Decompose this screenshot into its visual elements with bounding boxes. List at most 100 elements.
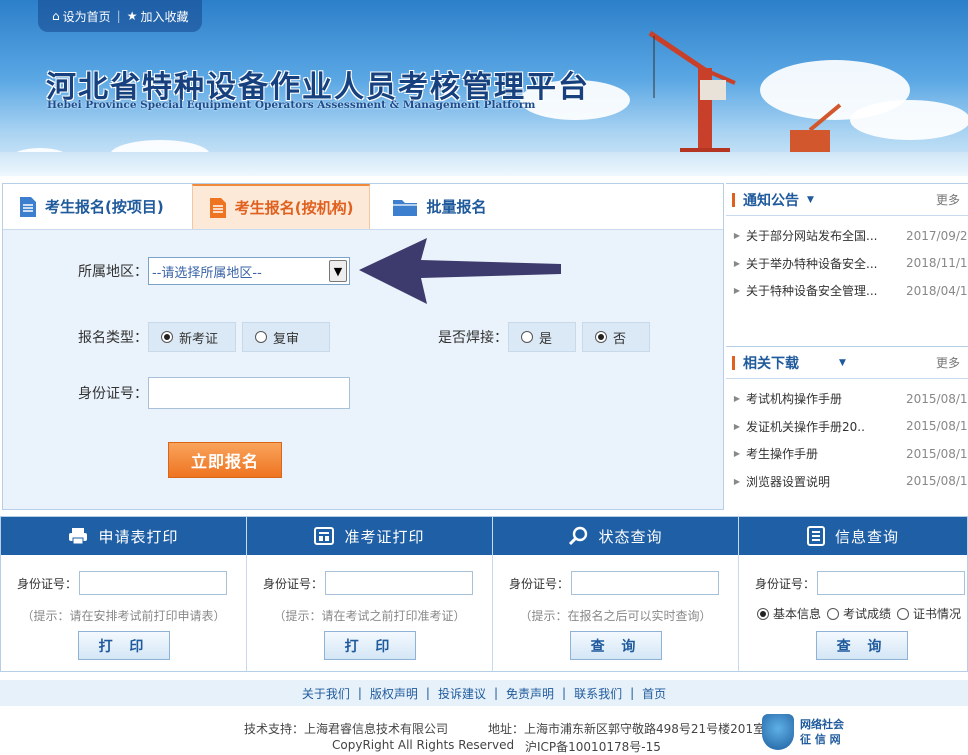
radio-label: 新考证 bbox=[179, 331, 219, 347]
star-icon: ★ bbox=[126, 9, 138, 23]
crane-icon bbox=[648, 30, 736, 160]
set-homepage-label: 设为首页 bbox=[62, 9, 111, 24]
download-title[interactable]: 发证机关操作手册20.. bbox=[746, 418, 906, 435]
caret-right-icon: ▶ bbox=[733, 421, 740, 431]
radio-basic-info[interactable] bbox=[757, 607, 769, 620]
footer-link-complaint[interactable]: 投诉建议 bbox=[438, 685, 486, 702]
id-number-input[interactable] bbox=[148, 377, 350, 409]
id-number-row: 身份证号： bbox=[78, 377, 350, 409]
list-item[interactable]: ▶ 关于特种设备安全管理... 2018/04/1 bbox=[726, 277, 968, 305]
divider: | bbox=[357, 686, 362, 700]
printer-icon bbox=[69, 528, 88, 545]
id-input[interactable] bbox=[325, 571, 474, 595]
service-body: 身份证号： （提示：请在考试之前打印准考证） 打 印 bbox=[247, 555, 492, 671]
chevron-down-icon: ▼ bbox=[807, 194, 814, 205]
downloads-header: 相关下载 ▼ 更多 bbox=[726, 347, 968, 379]
tab-batch-register[interactable]: 批量报名 bbox=[376, 184, 502, 229]
radio-exam-score[interactable] bbox=[827, 607, 840, 620]
register-type-label: 报名类型： bbox=[78, 330, 148, 346]
radio-label: 基本信息 bbox=[773, 607, 822, 621]
service-header: 准考证打印 bbox=[247, 517, 492, 555]
tech-support-text: 技术支持：上海君睿信息技术有限公司 bbox=[244, 722, 449, 736]
service-title: 准考证打印 bbox=[344, 527, 425, 546]
hint-text: （提示：请在考试之前打印准考证） bbox=[273, 609, 466, 623]
ground-strip bbox=[0, 152, 968, 176]
notice-title[interactable]: 关于特种设备安全管理... bbox=[746, 282, 906, 299]
radio-welding-no[interactable]: 否 bbox=[582, 322, 650, 352]
register-type-row: 报名类型： 新考证 复审 bbox=[78, 322, 330, 352]
list-icon bbox=[806, 526, 825, 546]
tab-register-by-item[interactable]: 考生报名(按项目) bbox=[3, 184, 180, 229]
notice-date: 2018/04/1 bbox=[906, 283, 968, 298]
service-body: 身份证号： （提示：请在安排考试前打印申请表） 打 印 bbox=[1, 555, 246, 671]
top-link-bar: ⌂ 设为首页 | ★ 加入收藏 bbox=[38, 0, 203, 32]
download-title[interactable]: 浏览器设置说明 bbox=[746, 473, 906, 490]
caret-right-icon: ▶ bbox=[733, 394, 740, 404]
print-admission-button[interactable]: 打 印 bbox=[324, 631, 416, 660]
service-title: 状态查询 bbox=[598, 527, 663, 546]
radio-label: 复审 bbox=[273, 331, 300, 347]
application-print-panel: 申请表打印 身份证号： （提示：请在安排考试前打印申请表） 打 印 bbox=[1, 517, 247, 671]
info-query-button[interactable]: 查 询 bbox=[816, 631, 908, 660]
tab-label: 考生报名(按项目) bbox=[45, 198, 164, 216]
accent-bar bbox=[732, 192, 735, 207]
left-arrow-icon bbox=[359, 238, 561, 304]
id-row: 身份证号： bbox=[755, 571, 966, 595]
region-select[interactable]: --请选择所属地区-- ▼ bbox=[148, 257, 350, 285]
id-row: 身份证号： bbox=[263, 571, 474, 595]
divider: | bbox=[493, 686, 499, 700]
print-application-button[interactable]: 打 印 bbox=[78, 631, 170, 660]
divider: | bbox=[630, 686, 635, 700]
id-input[interactable] bbox=[79, 571, 228, 595]
footer-link-home[interactable]: 首页 bbox=[642, 685, 666, 702]
service-header: 申请表打印 bbox=[1, 517, 246, 555]
footer-link-copyright[interactable]: 版权声明 bbox=[370, 685, 418, 702]
register-now-button[interactable]: 立即报名 bbox=[168, 442, 282, 478]
downloads-more-link[interactable]: 更多 bbox=[936, 354, 960, 371]
registration-tabs: 考生报名(按项目) 考生报名(按机构) 批量报名 bbox=[3, 184, 723, 230]
radio-review[interactable]: 复审 bbox=[242, 322, 330, 352]
set-homepage-link[interactable]: ⌂ 设为首页 bbox=[52, 8, 111, 25]
list-item[interactable]: ▶ 考试机构操作手册 2015/08/1 bbox=[726, 385, 968, 413]
card-icon bbox=[314, 527, 335, 545]
tab-register-by-institution[interactable]: 考生报名(按机构) bbox=[191, 184, 371, 229]
divider: | bbox=[562, 686, 567, 700]
download-title[interactable]: 考试机构操作手册 bbox=[746, 390, 906, 407]
footer-link-disclaimer[interactable]: 免责声明 bbox=[506, 685, 554, 702]
info-query-panel: 信息查询 身份证号： 基本信息 考试成绩 证书情况 查 询 bbox=[739, 517, 967, 671]
address-text: 地址：上海市浦东新区郭守敬路498号21号楼201室 bbox=[488, 722, 766, 736]
list-item[interactable]: ▶ 发证机关操作手册20.. 2015/08/1 bbox=[726, 413, 968, 441]
id-row: 身份证号： bbox=[509, 571, 720, 595]
radio-certificate[interactable] bbox=[897, 607, 910, 620]
download-title[interactable]: 考生操作手册 bbox=[746, 445, 906, 462]
list-item[interactable]: ▶ 考生操作手册 2015/08/1 bbox=[726, 440, 968, 468]
credit-badge[interactable]: 网络社会 征 信 网 bbox=[762, 712, 862, 752]
icp-text: 沪ICP备10010178号-15 bbox=[525, 740, 661, 754]
id-input[interactable] bbox=[817, 571, 966, 595]
badge-text: 网络社会 征 信 网 bbox=[800, 717, 844, 747]
radio-new-certificate[interactable]: 新考证 bbox=[148, 322, 236, 352]
caret-right-icon: ▶ bbox=[733, 258, 740, 268]
list-item[interactable]: ▶ 关于举办特种设备安全... 2018/11/1 bbox=[726, 250, 968, 278]
cloud bbox=[850, 100, 968, 140]
list-item[interactable]: ▶ 关于部分网站发布全国... 2017/09/2 bbox=[726, 222, 968, 250]
radio-label: 否 bbox=[613, 331, 627, 347]
site-subtitle: Hebei Province Special Equipment Operato… bbox=[47, 99, 536, 111]
id-input[interactable] bbox=[571, 571, 720, 595]
footer-link-contact[interactable]: 联系我们 bbox=[574, 685, 622, 702]
info-query-options: 基本信息 考试成绩 证书情况 bbox=[755, 605, 961, 622]
caret-right-icon: ▶ bbox=[733, 476, 740, 486]
notices-more-link[interactable]: 更多 bbox=[936, 191, 960, 208]
radio-welding-yes[interactable]: 是 bbox=[508, 322, 576, 352]
notice-title[interactable]: 关于部分网站发布全国... bbox=[746, 227, 906, 244]
status-query-button[interactable]: 查 询 bbox=[570, 631, 662, 660]
id-label: 身份证号： bbox=[755, 576, 816, 591]
document-icon bbox=[209, 197, 226, 218]
notice-title[interactable]: 关于举办特种设备安全... bbox=[746, 255, 906, 272]
footer-link-about[interactable]: 关于我们 bbox=[302, 685, 350, 702]
id-label: 身份证号： bbox=[17, 576, 78, 591]
service-title: 申请表打印 bbox=[98, 527, 179, 546]
add-favorite-label: 加入收藏 bbox=[140, 9, 189, 24]
list-item[interactable]: ▶ 浏览器设置说明 2015/08/1 bbox=[726, 468, 968, 496]
add-favorite-link[interactable]: ★ 加入收藏 bbox=[127, 8, 189, 25]
